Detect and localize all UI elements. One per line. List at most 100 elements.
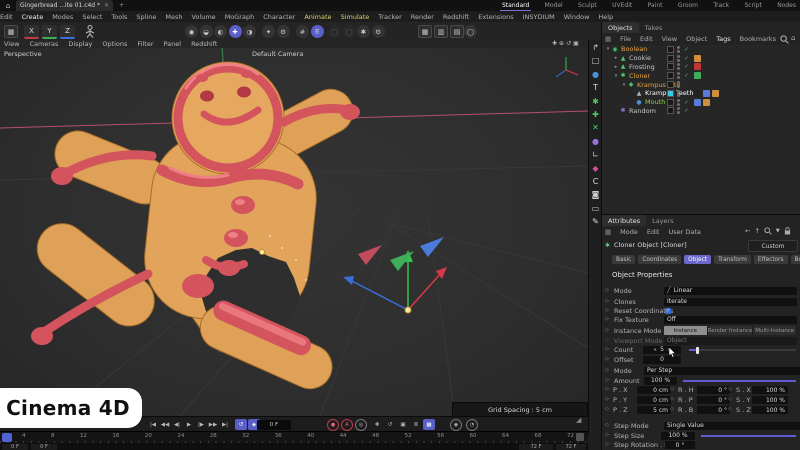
layer-checkbox[interactable] bbox=[667, 98, 674, 106]
record-icon[interactable]: ◎ bbox=[355, 418, 367, 431]
side-tool-icon[interactable]: ✕ bbox=[592, 123, 599, 133]
key-diamond-icon[interactable]: ◇ bbox=[605, 287, 609, 293]
tag-swatch[interactable] bbox=[703, 107, 710, 114]
position-field[interactable]: 0 cm bbox=[637, 386, 671, 394]
enabled-check-icon[interactable]: ✓ bbox=[684, 107, 689, 114]
section-tab[interactable]: Boolean bbox=[790, 255, 800, 264]
tree-row[interactable]: ● Mouth ✓ bbox=[602, 98, 800, 107]
enabled-check-icon[interactable]: ✓ bbox=[684, 46, 689, 53]
range-end-field[interactable]: 72 F bbox=[519, 443, 553, 450]
key-diamond-icon[interactable]: ◇ bbox=[605, 307, 609, 313]
workspace-tab[interactable]: Model bbox=[543, 1, 565, 10]
menu-item[interactable]: INSYDIUM bbox=[523, 13, 555, 21]
section-tab[interactable]: Basic bbox=[612, 255, 636, 264]
object-name[interactable]: Cloner bbox=[627, 72, 650, 80]
transport-button[interactable]: ▶▶ bbox=[207, 419, 219, 430]
workspace-tab[interactable]: Sculpt bbox=[576, 1, 599, 10]
side-tool-icon[interactable]: ● bbox=[592, 137, 599, 147]
instance-mode-segmented[interactable]: Instance Render Instance Multi-Instance bbox=[664, 326, 797, 335]
key-diamond-icon[interactable]: ◇ bbox=[605, 386, 609, 392]
tool-icon[interactable]: ◯ bbox=[342, 25, 356, 38]
tool-icon[interactable]: ◒ bbox=[199, 25, 213, 38]
tree-row[interactable]: ✱ Random ✓ bbox=[602, 107, 800, 116]
object-name[interactable]: Boolean bbox=[619, 45, 647, 53]
tag-swatch[interactable] bbox=[694, 98, 701, 106]
keying-toggle-icon[interactable]: ✚ bbox=[371, 419, 383, 430]
section-tab[interactable]: Coordinates bbox=[638, 255, 682, 264]
menu-item[interactable]: Character bbox=[263, 13, 295, 21]
key-diamond-icon[interactable]: ◇ bbox=[728, 396, 732, 402]
tag-swatch[interactable] bbox=[694, 81, 701, 88]
position-field[interactable]: 5 cm bbox=[637, 406, 671, 414]
transport-button[interactable]: ▶| bbox=[219, 419, 231, 430]
key-diamond-icon[interactable]: ◇ bbox=[605, 396, 609, 402]
key-diamond-icon[interactable]: ◇ bbox=[605, 367, 609, 373]
key-diamond-icon[interactable]: ◇ bbox=[670, 406, 674, 412]
panel-tab[interactable]: Layers bbox=[646, 215, 680, 226]
document-tab[interactable]: Gingerbread ...ite 01.c4d * ✕ bbox=[16, 0, 114, 11]
tool-icon[interactable]: ◑ bbox=[243, 25, 256, 38]
attr-menu-edit[interactable]: Edit bbox=[647, 228, 660, 236]
tool-icon[interactable]: ⚙ bbox=[371, 25, 385, 38]
viewport-menu-item[interactable]: Redshift bbox=[191, 40, 217, 48]
side-tool-icon[interactable]: ↱ bbox=[592, 43, 599, 53]
count-slider[interactable] bbox=[689, 346, 796, 354]
viewport-nav-icon[interactable]: ▣ bbox=[573, 40, 579, 47]
key-diamond-icon[interactable]: ◇ bbox=[605, 377, 609, 383]
axis-lock-button[interactable]: X bbox=[24, 25, 39, 39]
panel-tab[interactable]: Objects bbox=[602, 22, 639, 33]
scale-field[interactable]: 100 % bbox=[752, 406, 788, 414]
scale-field[interactable]: 100 % bbox=[752, 386, 788, 394]
tag-swatch[interactable] bbox=[703, 63, 710, 70]
menu-item[interactable]: Window bbox=[564, 13, 590, 21]
menu-item[interactable]: Create bbox=[22, 13, 44, 21]
3d-viewport[interactable]: Perspective Default Camera Grid Spacing … bbox=[0, 47, 589, 417]
filter-icon[interactable]: ▼ bbox=[776, 228, 780, 234]
fix-texture-dropdown[interactable]: Off bbox=[664, 315, 797, 324]
playhead[interactable] bbox=[2, 433, 12, 442]
key-diamond-icon[interactable]: ◇ bbox=[605, 298, 609, 304]
menu-item[interactable]: Select bbox=[82, 13, 102, 21]
visibility-dots[interactable] bbox=[677, 81, 680, 89]
tree-row[interactable]: ▸ ▲ Frosting ✓ bbox=[602, 63, 800, 72]
menu-item[interactable]: Tracker bbox=[378, 13, 401, 21]
tree-row[interactable]: ▾ ✱ Cloner ✓ bbox=[602, 71, 800, 80]
menu-item[interactable]: Render bbox=[411, 13, 434, 21]
key-diamond-icon[interactable]: ◇ bbox=[605, 316, 609, 322]
mode-box-icon[interactable]: ▦ bbox=[605, 228, 611, 236]
tag-swatch[interactable] bbox=[712, 89, 719, 97]
preview-range-bar[interactable]: 0 F 0 F 72 F 72 F bbox=[0, 443, 588, 450]
axis-lock-button[interactable]: Y bbox=[42, 25, 57, 39]
tree-row[interactable]: ▾ ◉ Boolean ✓ bbox=[602, 45, 800, 54]
layout-icon[interactable]: ▦ bbox=[4, 25, 18, 38]
move-gizmo[interactable] bbox=[343, 237, 447, 314]
tag-swatch[interactable] bbox=[703, 98, 710, 106]
tag-swatch[interactable] bbox=[694, 54, 701, 62]
workspace-tab[interactable]: Track bbox=[711, 1, 731, 10]
transport-button[interactable]: |◀ bbox=[147, 419, 159, 430]
tool-icon[interactable]: ◯ bbox=[328, 25, 341, 38]
key-diamond-icon[interactable]: ◇ bbox=[605, 406, 609, 412]
search-icon[interactable] bbox=[780, 35, 789, 44]
keying-toggle-icon[interactable]: ≣ bbox=[410, 419, 422, 430]
snap-icon[interactable]: ⠿ bbox=[310, 25, 324, 38]
side-tool-icon[interactable]: ◙ bbox=[592, 190, 600, 200]
clones-dropdown[interactable]: Iterate bbox=[664, 297, 797, 306]
mode-dropdown[interactable]: ╱ Linear bbox=[664, 286, 797, 295]
workspace-tab[interactable]: Script bbox=[742, 1, 763, 10]
render-icon[interactable]: ▥ bbox=[434, 25, 448, 38]
viewport-menu-item[interactable]: Display bbox=[68, 40, 92, 48]
reset-coordinates-checkbox[interactable]: ✓ bbox=[665, 307, 671, 314]
preset-dropdown[interactable]: Custom bbox=[748, 240, 798, 252]
layer-checkbox[interactable] bbox=[667, 72, 674, 80]
key-diamond-icon[interactable]: ◇ bbox=[605, 327, 609, 333]
step-mode-dropdown[interactable]: Single Value bbox=[664, 421, 800, 430]
keying-toggle-icon[interactable]: ▣ bbox=[397, 419, 409, 430]
step-size-slider[interactable] bbox=[701, 435, 796, 437]
render-icon[interactable]: ▤ bbox=[450, 25, 464, 38]
workspace-tab[interactable]: Paint bbox=[646, 1, 665, 10]
object-name[interactable]: Cookie bbox=[627, 54, 651, 62]
keying-toggle-icon[interactable]: ↺ bbox=[384, 419, 396, 430]
menu-item[interactable]: Redshift bbox=[443, 13, 469, 21]
menu-item[interactable]: Volume bbox=[192, 13, 216, 21]
